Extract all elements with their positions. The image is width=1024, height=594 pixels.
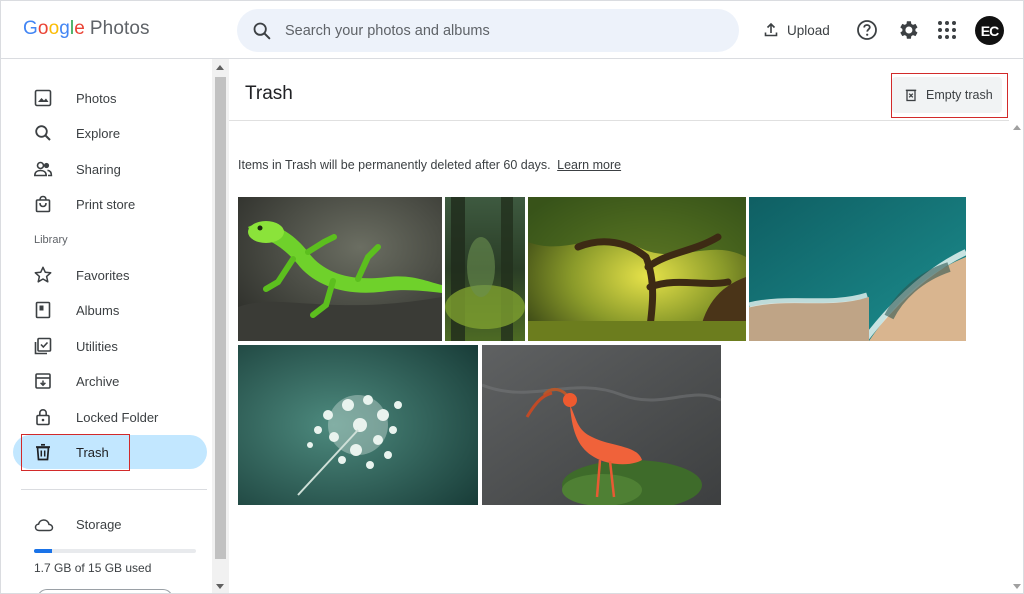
- upload-label: Upload: [787, 22, 830, 38]
- storage-progress-bar: [34, 549, 196, 553]
- flower-photo: [238, 345, 478, 505]
- logo-letter: G: [23, 18, 38, 39]
- get-storage-button[interactable]: [37, 589, 173, 593]
- sidebar-item-photos[interactable]: Photos: [13, 81, 207, 115]
- sidebar: Photos Explore Sharing Print store Libra…: [1, 59, 212, 593]
- scroll-up-arrow[interactable]: [1013, 125, 1021, 130]
- sidebar-item-label: Explore: [76, 125, 121, 141]
- ibis-photo: [482, 345, 721, 505]
- star-icon: [34, 266, 52, 283]
- cloud-icon: [34, 519, 54, 532]
- search-icon[interactable]: [251, 20, 273, 42]
- storage-used-text: 1.7 GB of 15 GB used: [34, 561, 152, 575]
- photo-thumbnail[interactable]: [749, 197, 966, 341]
- header-divider: [229, 120, 1009, 121]
- lock-icon: [36, 408, 50, 426]
- search-input[interactable]: [285, 9, 725, 52]
- sidebar-divider: [21, 489, 207, 490]
- logo-letter: g: [59, 18, 70, 39]
- shopping-bag-icon: [35, 195, 51, 213]
- sidebar-scrollbar[interactable]: [212, 59, 229, 593]
- sidebar-item-label: Photos: [76, 90, 117, 106]
- main-content: Trash Empty trash Items in Trash will be…: [229, 59, 1009, 593]
- sidebar-item-utilities[interactable]: Utilities: [13, 329, 207, 363]
- sidebar-item-locked-folder[interactable]: Locked Folder: [13, 400, 207, 434]
- scroll-down-arrow[interactable]: [216, 584, 224, 589]
- product-name: Photos: [89, 18, 150, 39]
- search-bar[interactable]: [237, 9, 739, 52]
- photo-thumbnail[interactable]: [482, 345, 721, 505]
- scroll-down-arrow[interactable]: [1013, 584, 1021, 589]
- search-icon: [35, 125, 51, 141]
- library-heading: Library: [34, 234, 68, 246]
- photos-icon: [34, 89, 52, 107]
- upload-button[interactable]: Upload: [759, 15, 834, 45]
- beach-photo: [749, 197, 966, 341]
- logo-letter: o: [37, 18, 49, 39]
- sidebar-item-archive[interactable]: Archive: [13, 364, 207, 398]
- sidebar-item-label: Favorites: [76, 267, 130, 283]
- sidebar-item-label: Locked Folder: [76, 409, 159, 425]
- sidebar-item-favorites[interactable]: Favorites: [13, 258, 207, 292]
- learn-more-link[interactable]: Learn more: [557, 158, 621, 172]
- notice-text: Items in Trash will be permanently delet…: [238, 158, 551, 172]
- sidebar-item-sharing[interactable]: Sharing: [13, 152, 207, 186]
- main-scrollbar[interactable]: [1009, 59, 1023, 593]
- forest-photo: [445, 197, 525, 341]
- top-bar: GooglePhotos Upload EC: [1, 1, 1023, 59]
- help-icon[interactable]: [855, 18, 879, 42]
- highlight-box: [891, 73, 1008, 118]
- highlight-box: [21, 434, 130, 471]
- sidebar-item-label: Sharing: [76, 161, 121, 177]
- photo-thumbnail[interactable]: [445, 197, 525, 341]
- trash-notice: Items in Trash will be permanently delet…: [238, 158, 621, 172]
- settings-icon[interactable]: [896, 18, 920, 42]
- sidebar-item-explore[interactable]: Explore: [13, 116, 207, 150]
- people-icon: [33, 161, 53, 177]
- storage-label[interactable]: Storage: [76, 517, 122, 532]
- archive-icon: [35, 373, 51, 389]
- google-photos-logo[interactable]: Google Photos: [23, 18, 150, 40]
- upload-icon: [764, 22, 778, 37]
- photo-thumbnail[interactable]: [528, 197, 746, 341]
- logo-letter: o: [48, 18, 60, 39]
- sidebar-item-print-store[interactable]: Print store: [13, 187, 207, 221]
- page-title: Trash: [245, 83, 293, 104]
- album-icon: [35, 301, 51, 319]
- app-window: GooglePhotos Upload EC Photos Explore Sh…: [0, 0, 1024, 594]
- account-avatar[interactable]: EC: [975, 16, 1004, 45]
- storage-progress-fill: [34, 549, 53, 553]
- sidebar-item-label: Utilities: [76, 338, 118, 354]
- sidebar-item-label: Archive: [76, 373, 120, 389]
- tree-photo: [528, 197, 746, 341]
- sidebar-item-label: Print store: [76, 196, 136, 212]
- photo-thumbnail[interactable]: [238, 345, 478, 505]
- sidebar-item-label: Albums: [76, 302, 120, 318]
- photo-thumbnail[interactable]: [238, 197, 442, 341]
- sidebar-item-albums[interactable]: Albums: [13, 293, 207, 327]
- scroll-up-arrow[interactable]: [216, 65, 224, 70]
- checklist-icon: [34, 337, 52, 355]
- logo-letter: e: [74, 18, 85, 39]
- lizard-photo: [238, 197, 442, 341]
- apps-grid-icon[interactable]: [935, 18, 959, 42]
- scrollbar-thumb[interactable]: [215, 77, 226, 559]
